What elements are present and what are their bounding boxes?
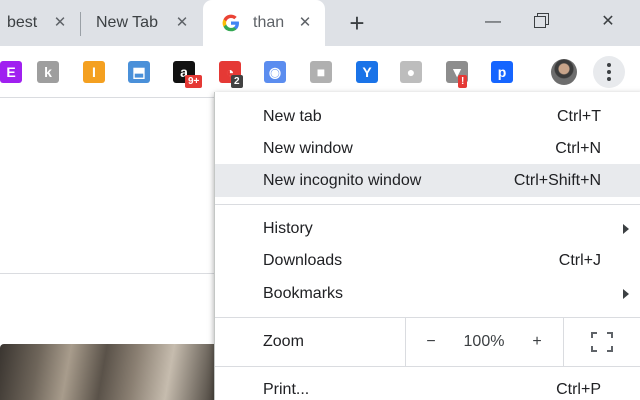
submenu-arrow-icon bbox=[623, 289, 629, 299]
grey-orb-extension-icon[interactable]: ● bbox=[400, 61, 422, 83]
submenu-arrow-icon bbox=[623, 224, 629, 234]
menu-item-bookmarks[interactable]: Bookmarks bbox=[215, 277, 640, 310]
blue-y-extension-icon[interactable]: Y bbox=[356, 61, 378, 83]
blue-p-extension-icon[interactable]: p bbox=[491, 61, 513, 83]
menu-item-shortcut: Ctrl+Shift+N bbox=[513, 172, 601, 189]
fullscreen-icon bbox=[591, 332, 613, 352]
menu-item-label: New tab bbox=[263, 108, 322, 125]
menu-item-label: Bookmarks bbox=[263, 285, 344, 302]
zoom-controls: − 100% + bbox=[405, 318, 563, 366]
grey-k-extension-icon[interactable]: k bbox=[37, 61, 59, 83]
kebab-dot bbox=[607, 70, 611, 74]
minimize-icon: — bbox=[485, 13, 501, 30]
orange-bar-extension-icon[interactable]: I bbox=[83, 61, 105, 83]
tab-title: New Tab bbox=[96, 14, 158, 31]
minimize-button[interactable]: — bbox=[478, 8, 508, 36]
menu-item-new-incognito-window[interactable]: New incognito window Ctrl+Shift+N bbox=[215, 164, 640, 197]
tab-new-tab[interactable]: New Tab ✕ bbox=[82, 0, 202, 46]
menu-item-label: Print... bbox=[263, 381, 310, 398]
menu-item-shortcut: Ctrl+N bbox=[555, 140, 601, 157]
menu-item-label: New window bbox=[263, 140, 353, 157]
menu-item-label: Downloads bbox=[263, 252, 343, 269]
zoom-out-button[interactable]: − bbox=[406, 318, 456, 366]
menu-item-label: History bbox=[263, 220, 313, 237]
kebab-dot bbox=[607, 63, 611, 67]
tab-close-icon[interactable]: ✕ bbox=[50, 13, 70, 33]
menu-item-shortcut: Ctrl+J bbox=[558, 252, 601, 269]
content-divider bbox=[0, 273, 214, 274]
menu-item-label: New incognito window bbox=[263, 172, 422, 189]
menu-separator bbox=[215, 204, 640, 205]
tab-close-icon[interactable]: ✕ bbox=[295, 13, 315, 33]
extension-badge: 2 bbox=[231, 75, 243, 88]
new-tab-button[interactable]: + bbox=[344, 10, 370, 36]
extension-badge: ! bbox=[458, 75, 468, 88]
close-icon: ✕ bbox=[601, 13, 615, 30]
menu-zoom-row: Zoom − 100% + bbox=[215, 318, 640, 366]
window-close-button[interactable]: ✕ bbox=[593, 8, 623, 36]
menu-item-new-tab[interactable]: New tab Ctrl+T bbox=[215, 100, 640, 133]
chrome-main-menu: New tab Ctrl+T New window Ctrl+N New inc… bbox=[214, 92, 640, 400]
fullscreen-button[interactable] bbox=[563, 318, 640, 366]
restore-button[interactable] bbox=[527, 8, 557, 36]
kebab-dot bbox=[607, 77, 611, 81]
purple-e-extension-icon[interactable]: E bbox=[0, 61, 22, 83]
tab-close-icon[interactable]: ✕ bbox=[172, 13, 192, 33]
tab-title: than bbox=[253, 14, 285, 31]
menu-item-shortcut: Ctrl+T bbox=[557, 108, 601, 125]
zoom-in-button[interactable]: + bbox=[512, 318, 562, 366]
tab-title: best bbox=[7, 14, 38, 31]
image-extension-icon[interactable]: ⬒ bbox=[128, 61, 150, 83]
menu-separator bbox=[215, 366, 640, 367]
menu-item-new-window[interactable]: New window Ctrl+N bbox=[215, 132, 640, 165]
profile-avatar[interactable] bbox=[551, 59, 577, 85]
tab-divider bbox=[80, 12, 81, 36]
menu-item-print[interactable]: Print... Ctrl+P bbox=[215, 373, 640, 400]
toolbar: Ek I ⬒ a 9+ ◔ 2 ◉ ■ Y ● ▼! p bbox=[0, 46, 640, 98]
zoom-label: Zoom bbox=[263, 333, 304, 350]
article-thumbnail-image[interactable] bbox=[0, 344, 214, 400]
extension-badge: 9+ bbox=[185, 75, 203, 88]
grey-box-extension-icon[interactable]: ■ bbox=[310, 61, 332, 83]
zoom-level-value: 100% bbox=[463, 333, 505, 350]
tab-strip: best ✕ New Tab ✕ than ✕ + — ✕ bbox=[0, 0, 640, 46]
tab-active[interactable]: than ✕ bbox=[203, 0, 325, 46]
chrome-menu-button[interactable] bbox=[593, 56, 625, 88]
tab-best[interactable]: best ✕ bbox=[0, 0, 80, 46]
google-g-icon bbox=[222, 14, 239, 32]
menu-item-history[interactable]: History bbox=[215, 212, 640, 245]
menu-item-downloads[interactable]: Downloads Ctrl+J bbox=[215, 244, 640, 277]
camera-extension-icon[interactable]: ◉ bbox=[264, 61, 286, 83]
menu-item-shortcut: Ctrl+P bbox=[556, 381, 601, 398]
